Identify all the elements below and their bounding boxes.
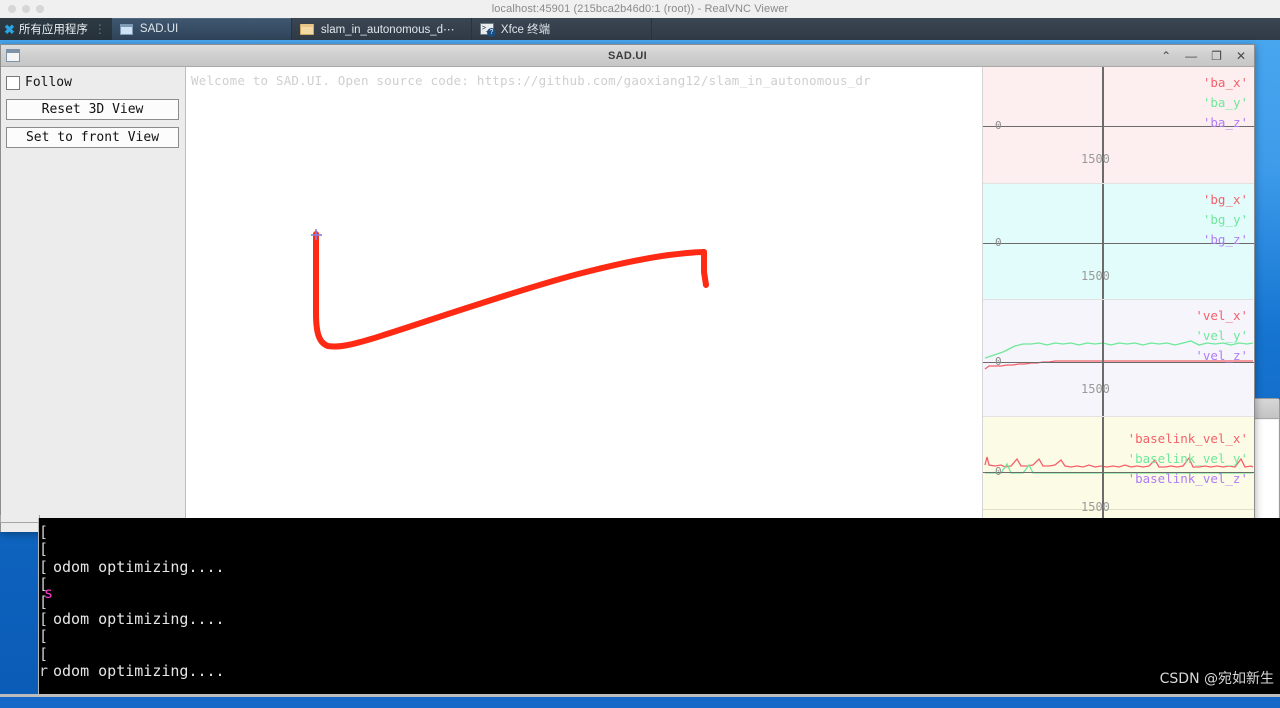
x-axis-line xyxy=(983,126,1254,127)
y-axis-line xyxy=(1102,416,1104,532)
terminal-output[interactable]: odom optimizing.... odom optimizing.... … xyxy=(53,518,1280,708)
terminal-gutter: [ [ [ [ [ [ [ [ r xyxy=(39,518,53,708)
x-axis-line xyxy=(983,471,1254,473)
taskbar-item-file-manager[interactable]: slam_in_autonomous_d⋯ xyxy=(292,18,472,40)
series-vel-y xyxy=(984,340,1254,359)
vnc-minimize-dot[interactable] xyxy=(22,5,30,13)
xfce-terminal-window[interactable]: [ [ [ [ [ [ [ [ r odom optimizing.... od… xyxy=(38,518,1280,708)
legend: 'ba_x' 'ba_y' 'ba_z' xyxy=(1203,73,1248,133)
sad-ui-window: SAD.UI ⌃ — ❐ ✕ Follow Reset 3D View Set … xyxy=(0,44,1255,532)
plot-vel[interactable]: 0 1500 'vel_x' 'vel_y' 'vel_z' xyxy=(983,300,1254,417)
gridline xyxy=(983,508,1254,510)
legend-item-x: 'bg_x' xyxy=(1202,191,1248,207)
taskbar-item-sad-ui[interactable]: SAD.UI xyxy=(111,18,292,40)
y-tick-label: 0 xyxy=(995,355,1002,368)
legend-item-x: 'ba_x' xyxy=(1202,75,1248,90)
3d-viewport[interactable]: Welcome to SAD.UI. Open source code: htt… xyxy=(186,67,982,532)
sad-ui-titlebar[interactable]: SAD.UI ⌃ — ❐ ✕ xyxy=(1,45,1254,67)
taskbar-item-xfce-terminal[interactable]: >_ Xfce 终端 xyxy=(472,18,652,40)
taskbar-item-label: SAD.UI xyxy=(139,23,179,35)
origin-marker-icon xyxy=(311,229,322,240)
minimize-button[interactable]: — xyxy=(1185,50,1197,62)
legend-item-y: 'bg_y' xyxy=(1202,211,1248,227)
terminal-icon: >_ xyxy=(479,23,496,37)
bottom-screen-strip xyxy=(0,694,1280,708)
y-axis-line xyxy=(1102,300,1104,416)
csdn-watermark: CSDN @宛如新生 xyxy=(1159,671,1274,687)
follow-label: Follow xyxy=(25,75,72,90)
taskbar-item-label: slam_in_autonomous_d⋯ xyxy=(320,24,455,36)
trajectory-main xyxy=(313,231,707,350)
applications-menu-label: 所有应用程序 xyxy=(18,24,88,36)
sad-ui-body: Follow Reset 3D View Set to front View W… xyxy=(1,67,1254,532)
vel-traces xyxy=(984,340,1254,370)
x-tick-label: 1500 xyxy=(1081,152,1110,166)
y-tick-label: 0 xyxy=(995,119,1002,132)
control-panel: Follow Reset 3D View Set to front View xyxy=(1,67,186,532)
terminal-line: odom optimizing.... xyxy=(53,557,225,576)
follow-checkbox-row[interactable]: Follow xyxy=(6,75,180,90)
applications-menu-button[interactable]: ✖ 所有应用程序 ⋮ xyxy=(0,18,112,40)
set-to-front-view-button[interactable]: Set to front View xyxy=(6,127,179,148)
shade-button[interactable]: ⌃ xyxy=(1161,50,1171,62)
follow-checkbox[interactable] xyxy=(6,75,20,90)
application-icon xyxy=(6,49,20,62)
desktop: ✖ 所有应用程序 ⋮ SAD.UI slam_in_autonomous_d⋯ … xyxy=(0,18,1280,708)
trajectory-canvas xyxy=(186,67,709,350)
close-button[interactable]: ✕ xyxy=(1236,50,1246,62)
window-controls: ⌃ — ❐ ✕ xyxy=(1161,45,1246,67)
x-tick-label: 1500 xyxy=(1081,268,1110,283)
x-tick-label: 1500 xyxy=(1081,499,1110,514)
reset-3d-view-button[interactable]: Reset 3D View xyxy=(6,99,179,120)
series-baselink-vel-x xyxy=(984,456,1254,468)
plot-ba[interactable]: 0 1500 'ba_x' 'ba_y' 'ba_z' xyxy=(983,67,1254,184)
vnc-close-dot[interactable] xyxy=(8,5,16,13)
y-tick-label: 0 xyxy=(995,235,1002,249)
page-title: SAD.UI xyxy=(607,49,648,62)
xfce-mouse-icon: ✖ xyxy=(4,21,15,37)
legend-item-z: 'bg_z' xyxy=(1202,231,1248,247)
taskbar-item-label: Xfce 终端 xyxy=(500,24,551,36)
trajectory-endpoint-drop xyxy=(701,249,709,288)
plot-bg[interactable]: 0 1500 'bg_x' 'bg_y' 'bg_z' xyxy=(983,183,1254,300)
trajectory-path xyxy=(186,67,696,347)
terminal-window-edge xyxy=(0,515,40,523)
vnc-zoom-dot[interactable] xyxy=(36,5,44,13)
baselink-vel-traces xyxy=(984,456,1254,474)
vnc-viewer-titlebar: localhost:45901 (215bca2b46d0:1 (root)) … xyxy=(0,0,1280,18)
legend: 'bg_x' 'bg_y' 'bg_z' xyxy=(1203,190,1248,250)
vnc-title: localhost:45901 (215bca2b46d0:1 (root)) … xyxy=(491,3,789,15)
legend-item-y: 'ba_y' xyxy=(1202,95,1248,110)
x-axis-line xyxy=(983,242,1254,244)
xfce-taskbar: ✖ 所有应用程序 ⋮ SAD.UI slam_in_autonomous_d⋯ … xyxy=(0,18,1280,40)
x-tick-label: 1500 xyxy=(1081,382,1110,396)
terminal-line: odom optimizing.... xyxy=(53,610,225,629)
vnc-window-dots xyxy=(8,5,44,13)
maximize-button[interactable]: ❐ xyxy=(1211,50,1222,62)
window-icon xyxy=(119,23,133,35)
panel-grip-icon[interactable]: ⋮ xyxy=(94,22,106,36)
plot-baselink-vel[interactable]: 0 1500 'baselink_vel_x' 'baselink_vel_y'… xyxy=(983,416,1254,532)
plot-stack: 0 1500 'ba_x' 'ba_y' 'ba_z' 0 1500 'bg_x… xyxy=(982,67,1254,532)
y-tick-label: 0 xyxy=(995,464,1002,478)
x-axis-line xyxy=(983,362,1254,363)
legend-item-z: 'ba_z' xyxy=(1202,115,1248,130)
folder-icon xyxy=(299,23,314,35)
terminal-line: odom optimizing.... xyxy=(53,662,225,681)
terminal-highlight-marker: s xyxy=(44,584,54,602)
